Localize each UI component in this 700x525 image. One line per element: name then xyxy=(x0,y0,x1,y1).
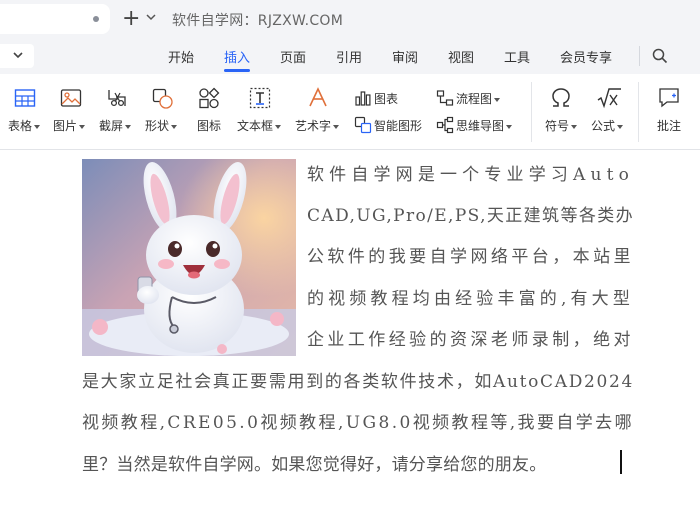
tab-home[interactable]: 开始 xyxy=(168,47,194,66)
paragraph-line: 公软件的我要自学网络平台，本站里 xyxy=(307,247,634,267)
tab-review[interactable]: 审阅 xyxy=(392,47,418,66)
shape-button[interactable]: 形状 xyxy=(144,74,184,150)
menu-collapse-button[interactable] xyxy=(0,44,34,68)
table-button[interactable]: 表格 xyxy=(6,74,46,150)
window-title: 软件自学网：RJZXW.COM xyxy=(172,13,344,29)
chart-label: 图表 xyxy=(374,92,399,106)
tab-page[interactable]: 页面 xyxy=(280,47,306,66)
paragraph-line: 企业工作经验的资深老师录制，绝对 xyxy=(307,330,634,350)
formula-button[interactable]: 公式 xyxy=(588,74,630,150)
mindmap-label: 思维导图 xyxy=(456,117,513,134)
menu-divider xyxy=(639,46,640,66)
comment-label: 批注 xyxy=(657,119,682,133)
omega-icon xyxy=(552,88,570,107)
title-bar: + 软件自学网：RJZXW.COM xyxy=(0,0,700,38)
image-button[interactable]: 图片 xyxy=(52,74,92,150)
wordart-label: 艺术字 xyxy=(295,117,340,134)
document-tab[interactable] xyxy=(0,4,110,34)
new-tab-chevron-icon[interactable] xyxy=(146,13,156,21)
icons-icon xyxy=(199,87,220,109)
paragraph-line: 软件自学网是一个专业学习Auto xyxy=(307,165,634,185)
textbox-label: 文本框 xyxy=(237,117,282,134)
paragraph-line: 里？当然是软件自学网。如果您觉得好，请分享给您的朋友。 xyxy=(82,455,547,475)
textbox-icon xyxy=(249,87,271,109)
toolbar-divider xyxy=(531,82,532,142)
tab-view[interactable]: 视图 xyxy=(448,47,474,66)
document-page[interactable]: 软件自学网是一个专业学习Auto CAD,UG,Pro/E,PS,天正建筑等各类… xyxy=(0,150,700,525)
flowchart-label: 流程图 xyxy=(456,90,501,107)
new-tab-button[interactable]: + xyxy=(122,6,140,32)
paragraph-line: CAD,UG,Pro/E,PS,天正建筑等各类办 xyxy=(307,206,634,226)
paragraph-line: 视频教程,CRE05.0视频教程,UG8.0视频教程等,我要自学去哪 xyxy=(82,413,634,433)
paragraph-line: 的视频教程均由经验丰富的,有大型 xyxy=(307,289,634,309)
comment-icon xyxy=(659,88,679,108)
tab-insert[interactable]: 插入 xyxy=(224,47,250,66)
unsaved-dot-icon xyxy=(93,16,99,22)
wordart-icon xyxy=(309,87,327,107)
table-icon xyxy=(14,89,36,107)
screenshot-label: 截屏 xyxy=(99,117,132,134)
chart-icon xyxy=(355,91,371,106)
chevron-down-icon xyxy=(13,52,23,59)
flowchart-button[interactable]: 流程图 xyxy=(436,89,512,107)
shape-icon xyxy=(152,88,173,109)
symbol-button[interactable]: 符号 xyxy=(540,74,582,150)
active-tab-indicator xyxy=(224,69,250,72)
table-label: 表格 xyxy=(8,117,41,134)
comment-button[interactable]: 批注 xyxy=(648,74,692,150)
formula-icon xyxy=(597,88,621,109)
menu-bar: 开始 插入 页面 引用 审阅 视图 工具 会员专享 xyxy=(0,38,700,74)
bunny-image[interactable] xyxy=(82,159,296,356)
smartart-label: 智能图形 xyxy=(374,119,423,133)
flowchart-icon xyxy=(436,90,454,106)
textbox-button[interactable]: 文本框 xyxy=(236,74,286,150)
toolbar-divider xyxy=(638,82,639,142)
tab-tools[interactable]: 工具 xyxy=(504,47,530,66)
mindmap-icon xyxy=(436,116,454,134)
text-cursor xyxy=(620,450,622,474)
icon-button[interactable]: 图标 xyxy=(192,74,228,150)
paragraph-line: 是大家立足社会真正要需用到的各类软件技术，如AutoCAD2024 xyxy=(82,372,634,392)
formula-label: 公式 xyxy=(591,117,624,134)
shape-label: 形状 xyxy=(145,117,178,134)
bunny-illustration xyxy=(82,159,296,356)
tab-references[interactable]: 引用 xyxy=(336,47,362,66)
mindmap-button[interactable]: 思维导图 xyxy=(436,116,522,134)
scissors-icon xyxy=(108,90,126,107)
wordart-button[interactable]: 艺术字 xyxy=(294,74,344,150)
insert-toolbar: 表格 图片 截屏 形状 图标 文本框 艺术字 图表 智能图形 流程图 思维导图 … xyxy=(0,74,700,150)
image-label: 图片 xyxy=(53,117,86,134)
tab-member[interactable]: 会员专享 xyxy=(560,47,612,66)
icon-label: 图标 xyxy=(197,119,222,133)
search-icon[interactable] xyxy=(652,48,668,64)
smartart-button[interactable]: 智能图形 xyxy=(354,116,434,134)
image-icon xyxy=(60,89,82,107)
screenshot-button[interactable]: 截屏 xyxy=(98,74,138,150)
chart-button[interactable]: 图表 xyxy=(354,89,414,107)
symbol-label: 符号 xyxy=(545,117,578,134)
smartart-icon xyxy=(354,116,372,134)
